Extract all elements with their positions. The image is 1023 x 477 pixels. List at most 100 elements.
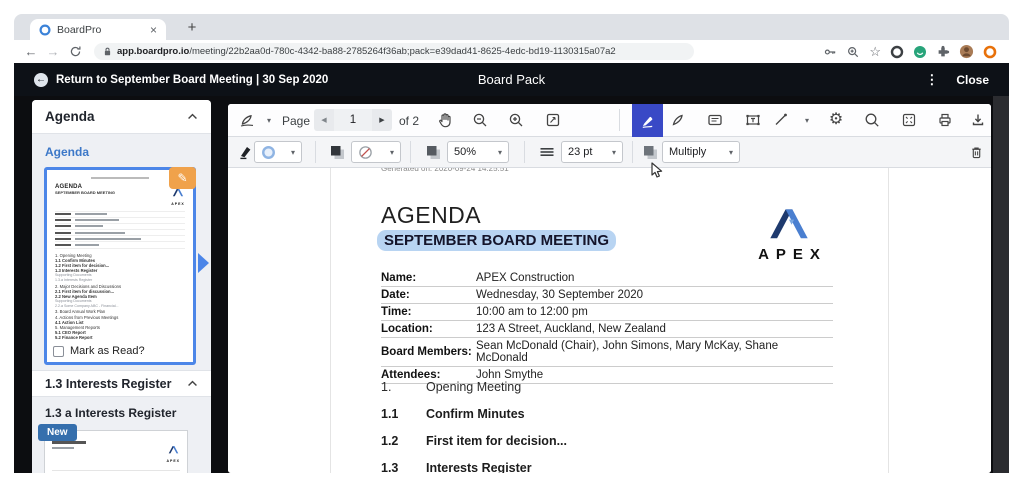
agenda-item-number: 1.1 bbox=[381, 407, 426, 421]
sidebar-item-agenda[interactable]: Agenda bbox=[45, 145, 198, 159]
agenda-document-thumbnail[interactable]: AGENDA SEPTEMBER BOARD MEETING APEX bbox=[44, 167, 196, 365]
download-tool[interactable] bbox=[965, 107, 991, 133]
document-page: Generated on: 2020-09-24 14:25:51 AGENDA… bbox=[330, 168, 889, 473]
meeting-detail-label: Location: bbox=[381, 323, 476, 335]
meeting-detail-row: Name: APEX Construction bbox=[381, 270, 833, 287]
bookmark-star-icon[interactable]: ☆ bbox=[869, 44, 881, 60]
app-background: Agenda Agenda AGENDA SEPTEMBER BOARD MEE… bbox=[14, 96, 1009, 473]
forward-icon[interactable]: → bbox=[42, 44, 64, 59]
thumb-subtitle: SEPTEMBER BOARD MEETING bbox=[55, 190, 115, 195]
opacity-swatch-icon[interactable] bbox=[420, 139, 446, 165]
extension-green-icon[interactable] bbox=[913, 45, 927, 59]
agenda-item-number: 1.3 bbox=[381, 461, 426, 473]
opacity-value: 50% bbox=[454, 146, 476, 158]
agenda-items-list: 1. Opening Meeting 1.1 Confirm Minutes 1… bbox=[381, 380, 833, 473]
chevron-up-icon[interactable] bbox=[187, 380, 198, 387]
interests-register-thumbnail[interactable]: New APEX bbox=[44, 430, 188, 473]
thumb-agenda-items: 1. Opening Meeting1.1 Confirm Minutes1.2… bbox=[55, 253, 185, 341]
refresh-icon[interactable] bbox=[64, 45, 86, 58]
apex-logo: APEX bbox=[743, 206, 835, 263]
line-tool[interactable] bbox=[768, 107, 794, 133]
meeting-detail-row: Time: 10:00 am to 12:00 pm bbox=[381, 304, 833, 321]
stroke-color-dropdown[interactable]: ▾ bbox=[254, 141, 302, 163]
settings-gear-icon[interactable]: ⚙ bbox=[823, 107, 849, 133]
thumb-logo-text: APEX bbox=[171, 202, 185, 206]
meeting-detail-label: Board Members: bbox=[381, 346, 476, 358]
zoom-out-tool[interactable] bbox=[467, 107, 493, 133]
line-thickness-icon[interactable] bbox=[534, 139, 560, 165]
back-icon[interactable]: ← bbox=[20, 44, 42, 59]
meeting-detail-label: Date: bbox=[381, 289, 476, 301]
font-size-value: 23 pt bbox=[568, 146, 592, 158]
mark-as-read-control[interactable]: Mark as Read? bbox=[53, 345, 145, 357]
page-number-input[interactable]: 1 bbox=[334, 109, 372, 131]
document-canvas[interactable]: Generated on: 2020-09-24 14:25:51 AGENDA… bbox=[228, 168, 991, 473]
tab-title: BoardPro bbox=[57, 24, 144, 36]
delete-annotation-trash-icon[interactable] bbox=[963, 139, 989, 165]
text-box-tool[interactable] bbox=[740, 107, 766, 133]
no-color-icon bbox=[358, 145, 373, 160]
pencil-icon: ✎ bbox=[177, 171, 187, 185]
font-size-dropdown[interactable]: 23 pt ▾ bbox=[561, 141, 623, 163]
meeting-detail-value: APEX Construction bbox=[476, 272, 574, 284]
expand-view-tool[interactable] bbox=[896, 107, 922, 133]
thumb-details-table bbox=[55, 211, 185, 249]
tab-close-icon[interactable]: × bbox=[150, 24, 157, 36]
url-text: app.boardpro.io/meeting/22b2aa0d-780c-43… bbox=[117, 46, 616, 57]
blend-mode-dropdown[interactable]: Multiply ▾ bbox=[662, 141, 740, 163]
pen-tool-dropdown-caret[interactable]: ▾ bbox=[256, 107, 282, 133]
sidebar-section-interests-register[interactable]: 1.3 Interests Register bbox=[32, 370, 211, 397]
profile-avatar[interactable] bbox=[959, 44, 974, 59]
highlighter-tool-active[interactable] bbox=[632, 104, 663, 137]
annotation-pencil-badge: ✎ bbox=[169, 167, 196, 189]
viewer-toolbar-properties: ▾ ▾ 50% ▾ bbox=[228, 137, 991, 168]
note-tool[interactable] bbox=[702, 107, 728, 133]
sidebar-item-interests-register[interactable]: 1.3 a Interests Register bbox=[45, 406, 176, 420]
thumb2-header: APEX bbox=[52, 441, 180, 463]
page-label: Page bbox=[282, 104, 310, 137]
agenda-sidebar: Agenda Agenda AGENDA SEPTEMBER BOARD MEE… bbox=[32, 100, 211, 473]
page-title: Board Pack bbox=[14, 72, 1009, 87]
toolbar-separator bbox=[524, 141, 525, 163]
fill-color-swatch-icon[interactable] bbox=[324, 139, 350, 165]
toolbar-separator bbox=[632, 141, 633, 163]
key-icon[interactable] bbox=[823, 45, 837, 59]
right-panel-strip bbox=[993, 96, 1009, 473]
thumb-header: AGENDA SEPTEMBER BOARD MEETING APEX bbox=[55, 184, 185, 206]
sidebar-section-agenda[interactable]: Agenda bbox=[32, 100, 211, 134]
new-tab-button[interactable]: + bbox=[182, 17, 202, 37]
lock-icon bbox=[103, 46, 112, 57]
chevron-up-icon[interactable] bbox=[187, 113, 198, 120]
print-tool[interactable] bbox=[932, 107, 958, 133]
fill-none-dropdown[interactable]: ▾ bbox=[351, 141, 401, 163]
pan-hand-tool[interactable] bbox=[432, 107, 458, 133]
meeting-detail-label: Time: bbox=[381, 306, 476, 318]
extension-dark-icon[interactable] bbox=[890, 45, 904, 59]
zoom-in-tool[interactable] bbox=[503, 107, 529, 133]
boardpro-favicon-icon bbox=[39, 24, 51, 36]
viewer-toolbar-main: ▾ Page ◀ 1 ▶ of 2 bbox=[228, 104, 991, 137]
document-subtitle-highlighted: SEPTEMBER BOARD MEETING bbox=[377, 230, 616, 251]
new-badge: New bbox=[38, 424, 77, 441]
zoom-page-icon[interactable] bbox=[846, 45, 860, 59]
browser-tab[interactable]: BoardPro × bbox=[30, 19, 166, 40]
thumb-generated-line bbox=[91, 177, 149, 179]
search-tool[interactable] bbox=[859, 107, 885, 133]
opacity-dropdown[interactable]: 50% ▾ bbox=[447, 141, 509, 163]
browser-menu-icon[interactable] bbox=[983, 45, 997, 59]
fit-page-tool[interactable] bbox=[540, 107, 566, 133]
url-bar[interactable]: app.boardpro.io/meeting/22b2aa0d-780c-43… bbox=[94, 43, 694, 60]
pen-draw-tool[interactable] bbox=[665, 107, 691, 133]
agenda-item: 1. Opening Meeting bbox=[381, 380, 833, 394]
page-total-label: of 2 bbox=[399, 104, 419, 137]
next-page-button[interactable]: ▶ bbox=[372, 109, 392, 131]
mark-as-read-label: Mark as Read? bbox=[70, 345, 145, 357]
previous-page-button[interactable]: ◀ bbox=[314, 109, 334, 131]
agenda-item-number: 1. bbox=[381, 380, 426, 394]
agenda-item-number: 1.2 bbox=[381, 434, 426, 448]
mark-as-read-checkbox[interactable] bbox=[53, 346, 64, 357]
line-tool-dropdown-caret[interactable]: ▾ bbox=[794, 107, 820, 133]
thumb2-table bbox=[52, 470, 180, 473]
meeting-detail-value: Sean McDonald (Chair), John Simons, Mary… bbox=[476, 340, 833, 364]
extensions-puzzle-icon[interactable] bbox=[936, 45, 950, 59]
